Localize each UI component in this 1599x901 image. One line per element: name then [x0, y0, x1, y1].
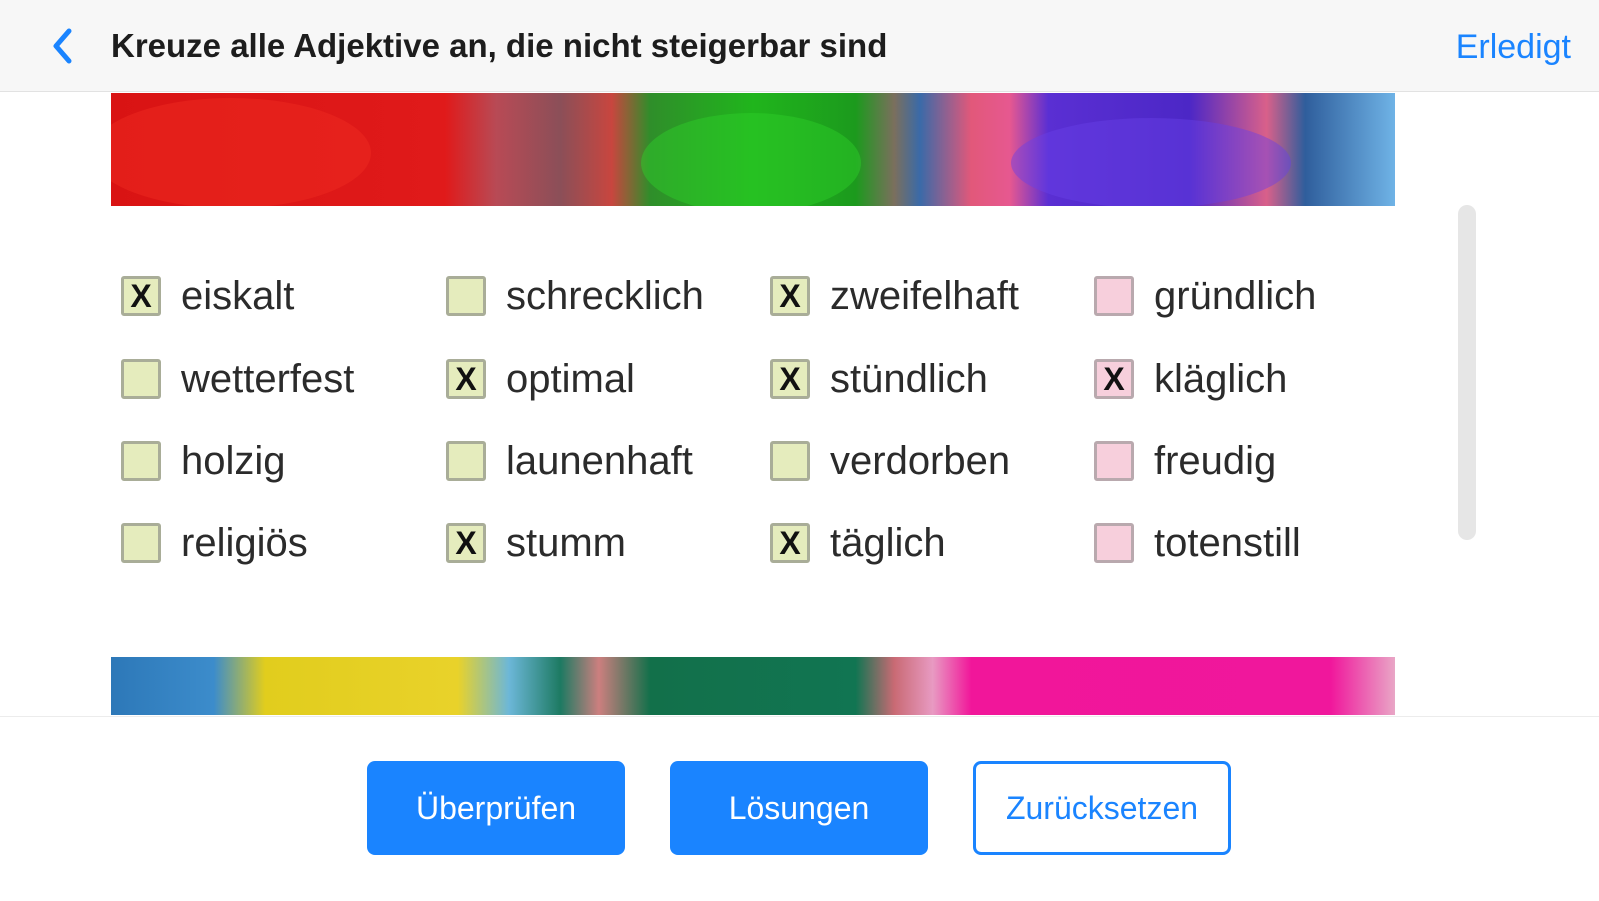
checkbox-item[interactable]: Xstumm — [446, 513, 626, 573]
checkbox-item[interactable]: holzig — [121, 431, 286, 491]
checkbox-label: täglich — [830, 520, 946, 565]
checkbox-item[interactable]: Xkläglich — [1094, 349, 1287, 409]
checkbox-checked[interactable]: X — [446, 359, 486, 399]
checkbox-item[interactable]: totenstill — [1094, 513, 1301, 573]
checkbox-item[interactable]: Xzweifelhaft — [770, 266, 1019, 326]
checkbox-item[interactable]: freudig — [1094, 431, 1276, 491]
solutions-button[interactable]: Lösungen — [670, 761, 928, 855]
checkbox[interactable] — [1094, 441, 1134, 481]
check-button[interactable]: Überprüfen — [367, 761, 625, 855]
checkbox-label: wetterfest — [181, 356, 355, 401]
checkbox-item[interactable]: wetterfest — [121, 349, 354, 409]
checkbox[interactable] — [121, 359, 161, 399]
checkbox-item[interactable]: religiös — [121, 513, 308, 573]
checkbox-label: stündlich — [830, 356, 988, 401]
checkbox-label: verdorben — [830, 438, 1011, 483]
done-button[interactable]: Erledigt — [1456, 28, 1571, 67]
checkbox-item[interactable]: Xtäglich — [770, 513, 946, 573]
checkbox-label: optimal — [506, 356, 635, 401]
checkbox-label: launenhaft — [506, 438, 693, 483]
checkbox-label: holzig — [181, 438, 286, 483]
checkbox[interactable] — [121, 523, 161, 563]
color-powder-image-bottom — [111, 657, 1395, 715]
checkbox-label: stumm — [506, 520, 626, 565]
checkbox[interactable] — [121, 441, 161, 481]
checkbox[interactable] — [1094, 523, 1134, 563]
checkbox-item[interactable]: Xoptimal — [446, 349, 635, 409]
color-powder-image-top — [111, 93, 1395, 206]
page-title: Kreuze alle Adjektive an, die nicht stei… — [111, 27, 888, 64]
checkbox-checked[interactable]: X — [1094, 359, 1134, 399]
checkbox-checked[interactable]: X — [770, 523, 810, 563]
checkbox-checked[interactable]: X — [770, 276, 810, 316]
action-bar: Überprüfen Lösungen Zurücksetzen — [0, 716, 1599, 901]
checkbox-checked[interactable]: X — [770, 359, 810, 399]
chevron-left-icon — [53, 28, 72, 64]
checkbox-item[interactable]: gründlich — [1094, 266, 1316, 326]
checkbox-label: gründlich — [1154, 273, 1317, 318]
scrollbar[interactable] — [1458, 205, 1476, 540]
checkbox-label: freudig — [1154, 438, 1277, 483]
checkbox-item[interactable]: launenhaft — [446, 431, 693, 491]
checkbox[interactable] — [446, 276, 486, 316]
back-button[interactable] — [44, 24, 80, 68]
top-bar: Kreuze alle Adjektive an, die nicht stei… — [0, 0, 1599, 92]
checkbox-label: kläglich — [1154, 356, 1288, 401]
checkbox[interactable] — [446, 441, 486, 481]
checkbox-label: eiskalt — [181, 273, 295, 318]
checkbox-item[interactable]: verdorben — [770, 431, 1010, 491]
checkbox-checked[interactable]: X — [446, 523, 486, 563]
checkbox-label: religiös — [181, 520, 308, 565]
checkbox-label: totenstill — [1154, 520, 1301, 565]
checkbox-checked[interactable]: X — [121, 276, 161, 316]
checkbox[interactable] — [770, 441, 810, 481]
checkbox-item[interactable]: Xeiskalt — [121, 266, 294, 326]
checkbox-label: schrecklich — [506, 273, 704, 318]
checkbox-item[interactable]: Xstündlich — [770, 349, 988, 409]
checkbox[interactable] — [1094, 276, 1134, 316]
checkbox-item[interactable]: schrecklich — [446, 266, 704, 326]
checkbox-label: zweifelhaft — [830, 273, 1019, 318]
reset-button[interactable]: Zurücksetzen — [973, 761, 1231, 855]
